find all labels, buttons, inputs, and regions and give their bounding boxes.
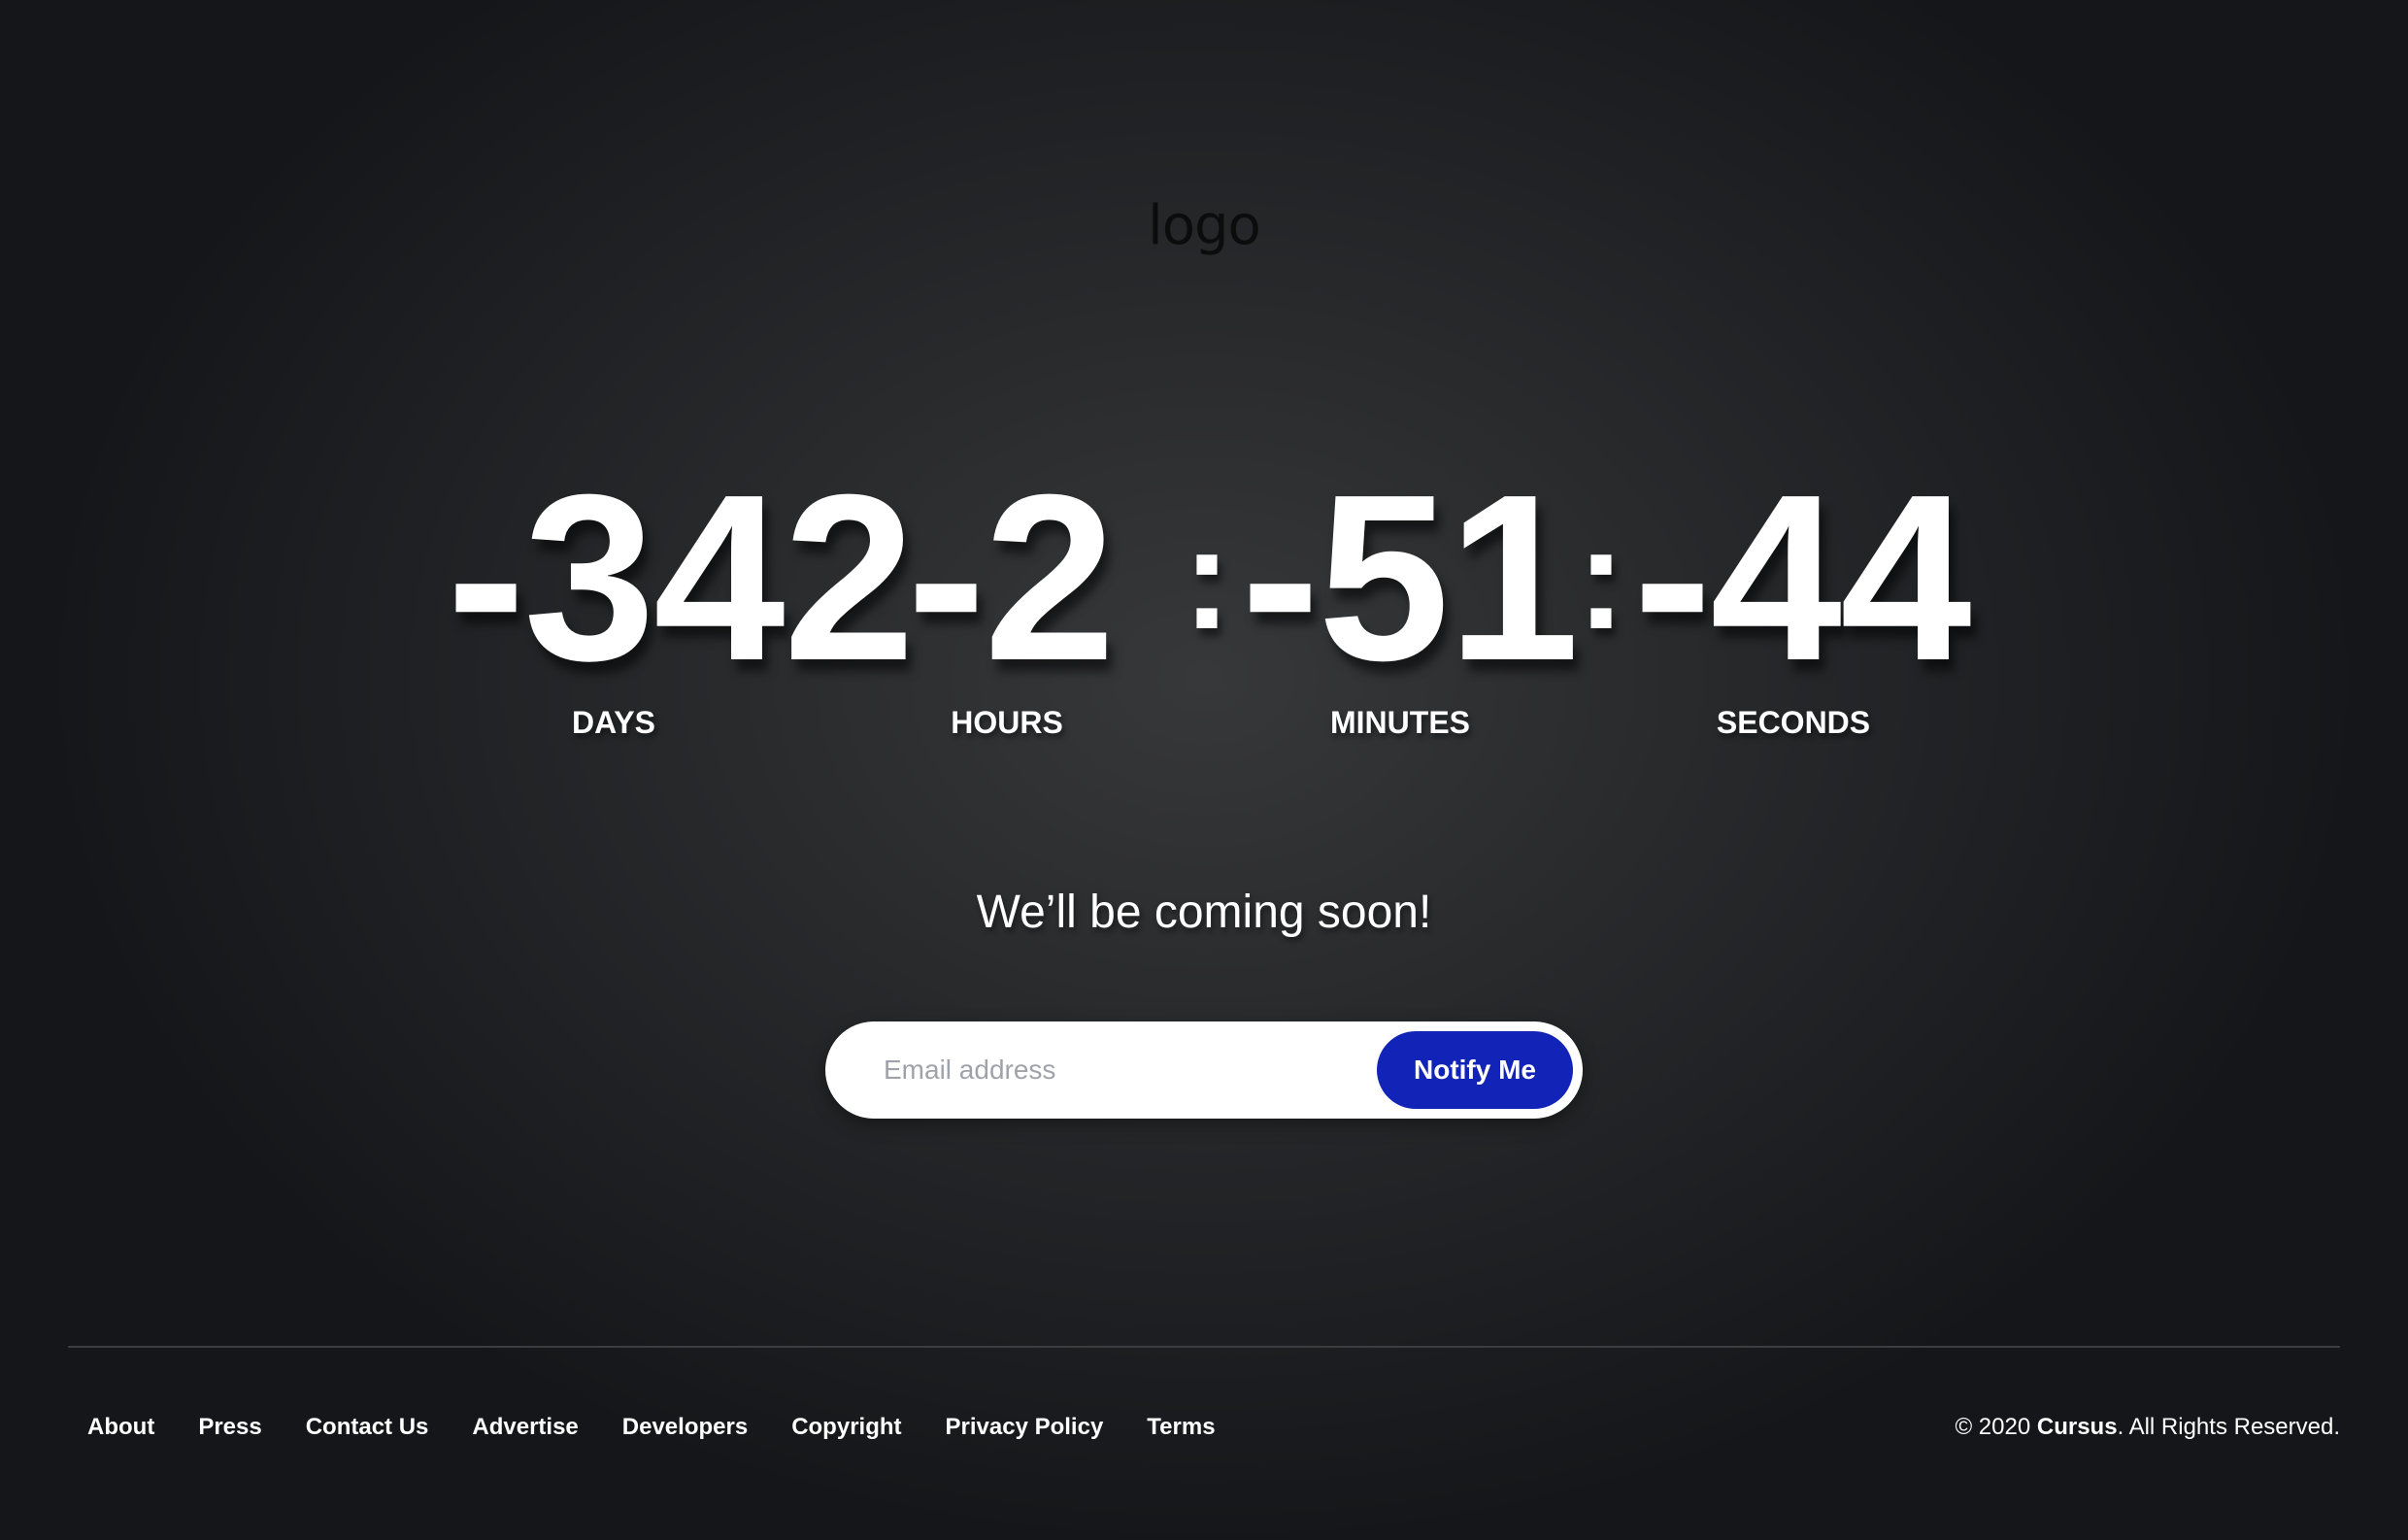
copyright-prefix: © 2020	[1955, 1414, 2037, 1440]
countdown-hours-label: HOURS	[951, 705, 1063, 740]
countdown-separator: :	[1577, 496, 1625, 659]
footer-link-contact-us[interactable]: Contact Us	[306, 1414, 429, 1441]
footer-divider	[68, 1346, 2340, 1348]
logo[interactable]: logo	[0, 194, 2408, 257]
footer-link-privacy-policy[interactable]: Privacy Policy	[946, 1414, 1104, 1441]
countdown-days-label: DAYS	[572, 705, 655, 740]
copyright-notice: © 2020 Cursus. All Rights Reserved.	[1955, 1414, 2340, 1441]
copyright-brand: Cursus	[2036, 1414, 2118, 1440]
footer-link-terms[interactable]: Terms	[1147, 1414, 1215, 1441]
countdown-seconds-label: SECONDS	[1716, 705, 1871, 740]
countdown-minutes-label: MINUTES	[1330, 705, 1470, 740]
footer-link-press[interactable]: Press	[198, 1414, 261, 1441]
footer-nav: About Press Contact Us Advertise Develop…	[87, 1414, 1216, 1441]
countdown-seconds-value: -44	[1633, 445, 1972, 710]
footer-link-developers[interactable]: Developers	[622, 1414, 748, 1441]
subscribe-form: Notify Me	[825, 1021, 1583, 1119]
footer-link-copyright[interactable]: Copyright	[791, 1414, 901, 1441]
countdown-minutes-value: -51	[1241, 445, 1580, 710]
countdown-days-value: -342	[447, 445, 915, 710]
email-input[interactable]	[884, 1041, 1369, 1099]
countdown-separator: :	[1183, 496, 1231, 659]
countdown-hours-value: -2	[907, 445, 1116, 710]
notify-me-button[interactable]: Notify Me	[1377, 1031, 1573, 1109]
coming-soon-heading: We’ll be coming soon!	[976, 887, 1432, 938]
copyright-suffix: . All Rights Reserved.	[2117, 1414, 2340, 1440]
footer-link-advertise[interactable]: Advertise	[472, 1414, 578, 1441]
footer-link-about[interactable]: About	[87, 1414, 154, 1441]
countdown-timer: -342 -2 : -51 : -44	[0, 456, 2408, 709]
